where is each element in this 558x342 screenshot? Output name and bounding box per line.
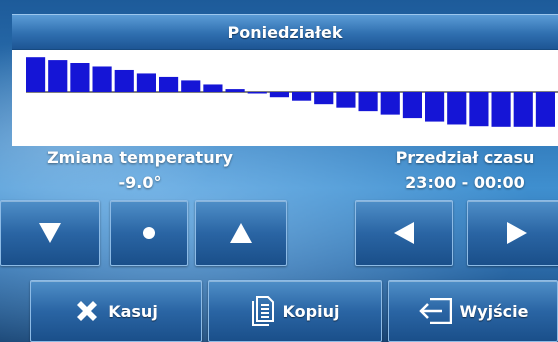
chart-bar: [26, 57, 46, 92]
copy-label: Kopiuj: [282, 301, 340, 321]
chart-bar: [181, 80, 201, 92]
chart-bar: [203, 84, 223, 92]
delete-label: Kasuj: [108, 301, 158, 321]
copy-button[interactable]: Kopiuj: [208, 280, 382, 342]
chart-bar: [447, 92, 467, 125]
chart-bar: [159, 76, 179, 92]
delete-button[interactable]: Kasuj: [30, 280, 202, 342]
day-title: Poniedziałek: [12, 14, 558, 50]
temperature-change-label: Zmiana temperatury -9.0°: [22, 148, 258, 192]
previous-time-button[interactable]: [355, 200, 453, 266]
triangle-down-icon: [39, 223, 61, 243]
time-range-label: Przedział czasu 23:00 - 00:00: [367, 148, 558, 192]
chart-bar: [48, 60, 68, 92]
chart-bar: [513, 92, 533, 127]
dot-icon: [143, 227, 155, 239]
chart-bar: [136, 73, 156, 92]
increase-temperature-button[interactable]: [195, 200, 287, 266]
day-label: Poniedziałek: [227, 22, 343, 42]
time-range-value: 23:00 - 00:00: [405, 173, 525, 192]
temperature-change-title: Zmiana temperatury: [47, 148, 233, 167]
chart-bar: [292, 92, 312, 101]
exit-label: Wyjście: [459, 301, 529, 321]
schedule-chart: [12, 50, 558, 146]
chart-bar: [92, 66, 112, 92]
schedule-chart-svg: [26, 57, 558, 127]
triangle-right-icon: [507, 222, 527, 244]
chart-bar: [535, 92, 555, 127]
chart-bar: [114, 69, 134, 92]
chart-bar: [358, 92, 378, 112]
reset-temperature-button[interactable]: [110, 200, 188, 266]
decrease-temperature-button[interactable]: [0, 200, 100, 266]
temperature-change-value: -9.0°: [118, 173, 162, 192]
next-time-button[interactable]: [467, 200, 558, 266]
chart-bar: [469, 92, 489, 127]
time-range-title: Przedział czasu: [395, 148, 535, 167]
chart-bar: [225, 89, 245, 92]
chart-bar: [269, 92, 289, 98]
triangle-left-icon: [394, 222, 414, 244]
triangle-up-icon: [230, 223, 252, 243]
chart-bar: [247, 92, 267, 94]
chart-bar: [402, 92, 422, 119]
chart-bar: [491, 92, 511, 127]
exit-icon: [418, 298, 452, 324]
chart-bar: [314, 92, 334, 105]
schedule-panel: Poniedziałek Zmiana temperatury -9.0° Pr…: [0, 14, 558, 342]
chart-bar: [380, 92, 400, 115]
x-icon: [77, 301, 98, 321]
copy-icon: [251, 296, 274, 326]
chart-bar: [70, 63, 90, 92]
chart-bar: [425, 92, 445, 122]
chart-bar: [336, 92, 356, 108]
exit-button[interactable]: Wyjście: [388, 280, 558, 342]
